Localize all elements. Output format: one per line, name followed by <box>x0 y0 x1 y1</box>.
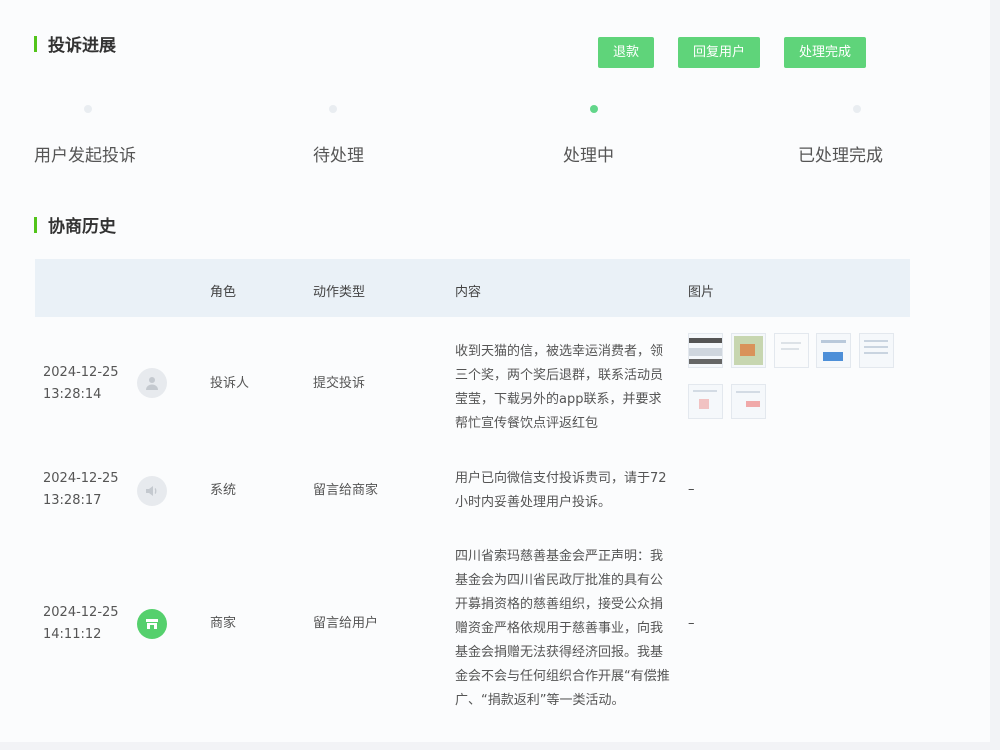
column-role: 角色 <box>210 285 237 300</box>
title-accent-bar <box>34 216 37 233</box>
content-line: 三个奖，两个奖后退群，联系活动员 <box>455 368 664 383</box>
row-action: 提交投诉 <box>313 376 366 391</box>
row-date: 2024-12-25 <box>43 605 119 620</box>
step-dot-2 <box>329 105 337 113</box>
step-label-1: 用户发起投诉 <box>34 146 136 166</box>
complete-button[interactable]: 处理完成 <box>784 37 866 68</box>
row-content: 四川省索玛慈善基金会严正声明：我 基金会为四川省民政厅批准的具有公 开募捐资格的… <box>455 545 675 713</box>
content-line: 开募捐资格的慈善组织，接受公众捐 <box>455 597 664 612</box>
content-line: 赠资金严格依规用于慈善事业，向我 <box>455 621 664 636</box>
content-line: 小时内妥善处理用户投诉。 <box>455 495 612 510</box>
history-title: 协商历史 <box>48 217 116 237</box>
row-content: 收到天猫的信，被选幸运消费者，领 三个奖，两个奖后退群，联系活动员 莹莹，下载另… <box>455 340 675 436</box>
column-action-type: 动作类型 <box>313 285 366 300</box>
content-line: 广、“捐款返利”等一类活动。 <box>455 693 625 708</box>
row-time: 13:28:14 <box>43 387 102 402</box>
content-line: 帮忙宣传餐饮点评返红包 <box>455 416 599 431</box>
content-line: 莹莹，下载另外的app联系，并要求 <box>455 392 662 407</box>
history-section-title: 协商历史 <box>34 212 116 237</box>
step-label-2: 待处理 <box>313 146 364 166</box>
content-line: 四川省索玛慈善基金会严正声明：我 <box>455 549 664 564</box>
step-dot-3-active <box>590 105 598 113</box>
column-images: 图片 <box>688 285 715 300</box>
screenshot-thumb[interactable] <box>688 333 723 368</box>
row-role: 商家 <box>210 616 237 631</box>
row-images-empty: – <box>688 482 695 497</box>
complaint-detail-page: 投诉进展 退款 回复用户 处理完成 用户发起投诉 待处理 处理中 已处理完成 协… <box>0 0 990 742</box>
row-date: 2024-12-25 <box>43 365 119 380</box>
content-line: 收到天猫的信，被选幸运消费者，领 <box>455 344 664 359</box>
app-thumb[interactable] <box>816 333 851 368</box>
row-time: 13:28:17 <box>43 493 102 508</box>
progress-section-title: 投诉进展 <box>34 31 116 56</box>
receipt-thumb[interactable] <box>731 384 766 419</box>
person-icon <box>137 368 167 398</box>
content-line: 用户已向微信支付投诉贵司，请于72 <box>455 471 667 486</box>
store-icon <box>137 609 167 639</box>
row-images-empty: – <box>688 616 695 631</box>
row-time: 14:11:12 <box>43 627 102 642</box>
column-content: 内容 <box>455 285 482 300</box>
progress-title: 投诉进展 <box>48 36 116 56</box>
doc-thumb[interactable] <box>774 333 809 368</box>
row-role: 投诉人 <box>210 376 250 391</box>
photo-thumb[interactable] <box>731 333 766 368</box>
step-label-3: 处理中 <box>563 146 614 166</box>
content-line: 基金会为四川省民政厅批准的具有公 <box>455 573 664 588</box>
title-accent-bar <box>34 35 37 52</box>
step-dot-4 <box>853 105 861 113</box>
content-line: 金会不会与任何组织合作开展“有偿推 <box>455 669 670 684</box>
row-date: 2024-12-25 <box>43 471 119 486</box>
speaker-icon <box>137 476 167 506</box>
row-content: 用户已向微信支付投诉贵司，请于72 小时内妥善处理用户投诉。 <box>455 467 675 515</box>
step-dot-1 <box>84 105 92 113</box>
row-action: 留言给用户 <box>313 616 379 631</box>
row-role: 系统 <box>210 483 237 498</box>
form-thumb[interactable] <box>859 333 894 368</box>
chat-thumb[interactable] <box>688 384 723 419</box>
step-label-4: 已处理完成 <box>798 146 883 166</box>
content-line: 基金会捐赠无法获得经济回报。我基 <box>455 645 664 660</box>
row-action: 留言给商家 <box>313 483 379 498</box>
reply-user-button[interactable]: 回复用户 <box>678 37 760 68</box>
refund-button[interactable]: 退款 <box>598 37 654 68</box>
